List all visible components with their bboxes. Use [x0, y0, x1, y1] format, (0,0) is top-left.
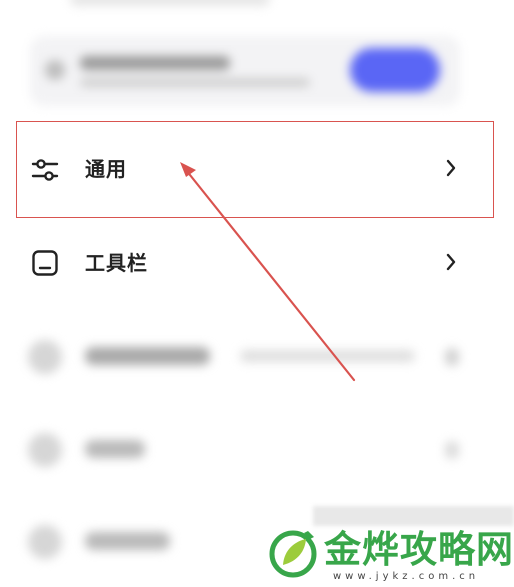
watermark-strip	[313, 506, 514, 526]
blurred-label	[85, 440, 145, 458]
account-card[interactable]	[0, 30, 514, 110]
watermark-brand: 金烨攻略网	[324, 528, 514, 571]
chevron-right-icon	[446, 253, 456, 271]
blurred-menu-item[interactable]	[0, 403, 514, 497]
blurred-chevron	[445, 348, 459, 366]
blurred-top-item	[70, 0, 270, 6]
leaf-logo-icon	[269, 530, 317, 578]
blurred-label	[85, 347, 210, 365]
blurred-label	[85, 532, 170, 550]
blurred-icon	[28, 433, 62, 467]
blurred-value	[240, 350, 415, 362]
blurred-menu-item[interactable]	[0, 310, 514, 404]
blurred-icon	[28, 525, 62, 559]
account-name	[80, 56, 230, 70]
avatar	[45, 60, 65, 80]
highlight-box	[16, 121, 494, 218]
toolbar-icon	[32, 250, 58, 276]
watermark-url: www.jykz.com.cn	[333, 571, 480, 582]
menu-item-toolbar[interactable]: 工具栏	[0, 217, 514, 311]
blurred-chevron	[445, 441, 459, 459]
menu-item-toolbar-label: 工具栏	[85, 251, 148, 275]
account-action-button[interactable]	[350, 48, 440, 92]
blurred-icon	[28, 340, 62, 374]
account-subtitle	[80, 78, 310, 87]
